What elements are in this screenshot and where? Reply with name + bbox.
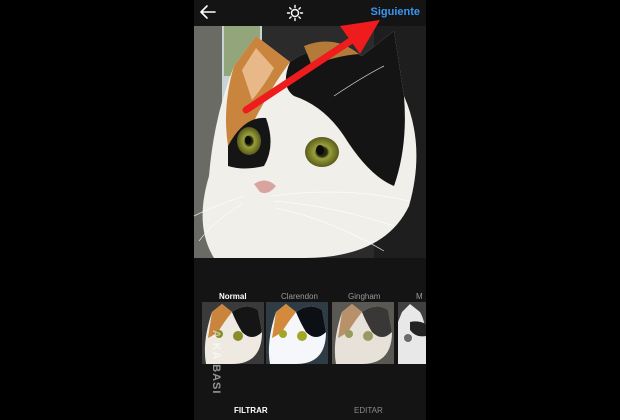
- filter-label-m[interactable]: M: [416, 292, 423, 301]
- tab-filter[interactable]: FILTRAR: [234, 406, 268, 415]
- filter-label-gingham[interactable]: Gingham: [348, 292, 380, 301]
- filter-thumb-m[interactable]: [398, 302, 426, 364]
- filter-thumb-clarendon[interactable]: [266, 302, 328, 364]
- phone-screen: Siguiente Normal Clarendon Gingham M FIL…: [194, 0, 426, 420]
- filter-label-clarendon[interactable]: Clarendon: [281, 292, 318, 301]
- back-button[interactable]: [198, 3, 218, 21]
- brightness-button[interactable]: [285, 3, 305, 23]
- next-button[interactable]: Siguiente: [370, 6, 420, 18]
- bottom-tabs: FILTRAR EDITAR: [194, 398, 426, 420]
- top-bar: Siguiente: [194, 0, 426, 26]
- watermark: A KA BASI: [210, 330, 222, 395]
- filter-thumb-gingham[interactable]: [332, 302, 394, 364]
- arrow-left-icon: [200, 5, 216, 19]
- photo-preview: [194, 26, 426, 258]
- tab-edit[interactable]: EDITAR: [354, 406, 383, 415]
- filter-label-normal[interactable]: Normal: [219, 292, 247, 301]
- sun-icon: [286, 4, 304, 22]
- cat-photo: [194, 26, 426, 258]
